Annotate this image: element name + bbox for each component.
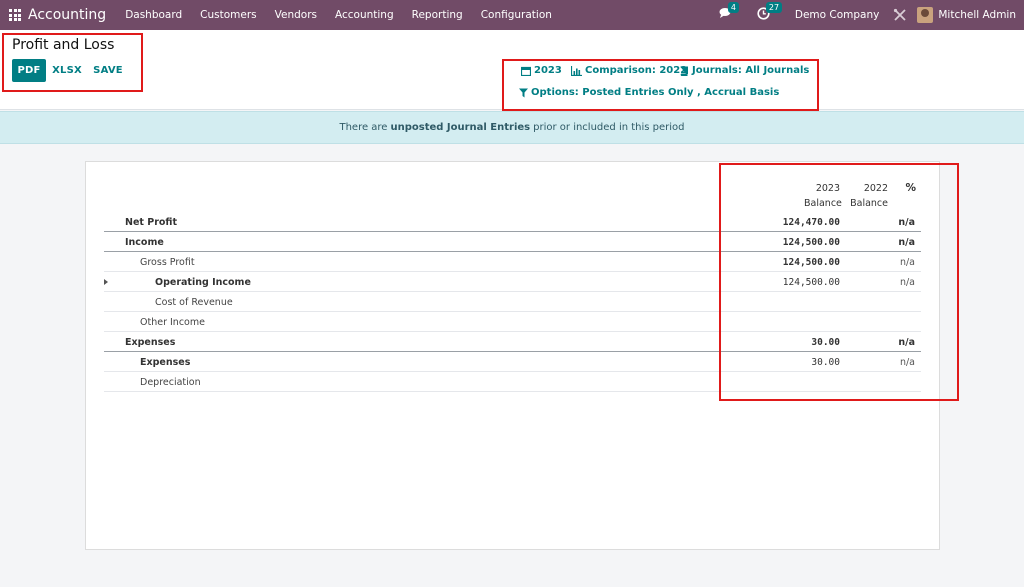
- unposted-entries-banner: There are unposted Journal Entries prior…: [0, 111, 1024, 144]
- expand-caret-icon[interactable]: [104, 279, 108, 285]
- banner-prefix: There are: [339, 122, 388, 133]
- line-label: Expenses: [125, 337, 176, 348]
- line-label: Other Income: [140, 317, 205, 328]
- user-menu[interactable]: Mitchell Admin: [938, 9, 1016, 21]
- activities-badge: 27: [765, 2, 783, 13]
- annotation-box-title: [2, 33, 143, 92]
- line-label: Cost of Revenue: [155, 297, 233, 308]
- tools-icon[interactable]: [893, 8, 907, 22]
- line-label: Income: [125, 237, 164, 248]
- messages-badge: 4: [727, 2, 739, 13]
- apps-grid-icon[interactable]: [9, 9, 21, 21]
- menu-vendors[interactable]: Vendors: [275, 9, 317, 21]
- menu-accounting[interactable]: Accounting: [335, 9, 394, 21]
- unposted-entries-link[interactable]: unposted Journal Entries: [390, 122, 530, 133]
- menu-reporting[interactable]: Reporting: [412, 9, 463, 21]
- app-name[interactable]: Accounting: [28, 7, 106, 23]
- line-label: Depreciation: [140, 377, 201, 388]
- avatar[interactable]: [917, 7, 934, 23]
- line-label: Gross Profit: [140, 257, 195, 268]
- annotation-box-columns: [719, 163, 959, 401]
- menu-configuration[interactable]: Configuration: [481, 9, 552, 21]
- line-label: Expenses: [140, 357, 191, 368]
- annotation-box-filters: [502, 59, 819, 111]
- menu-customers[interactable]: Customers: [200, 9, 256, 21]
- line-label: Operating Income: [155, 277, 251, 288]
- line-label: Net Profit: [125, 217, 177, 228]
- messages-button[interactable]: 4: [719, 2, 739, 23]
- activities-button[interactable]: 27: [757, 2, 783, 23]
- company-switcher[interactable]: Demo Company: [795, 9, 880, 21]
- top-navbar: Accounting Dashboard Customers Vendors A…: [0, 0, 1024, 30]
- banner-suffix: prior or included in this period: [533, 122, 685, 133]
- menu-dashboard[interactable]: Dashboard: [125, 9, 182, 21]
